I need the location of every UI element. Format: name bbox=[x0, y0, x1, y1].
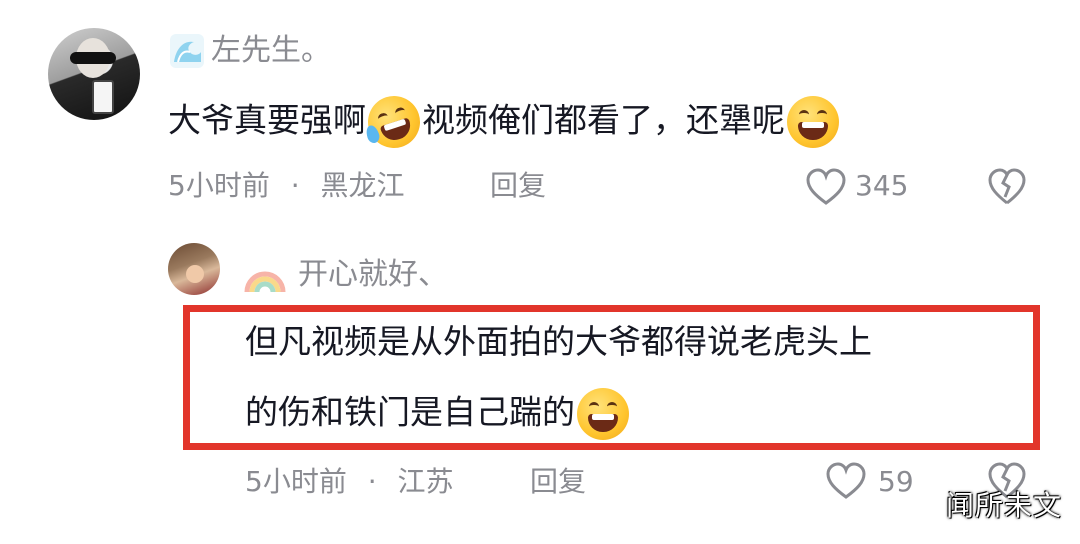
wave-badge-icon bbox=[170, 34, 204, 68]
avatar-phone bbox=[92, 80, 114, 114]
comment2-time: 5小时前 bbox=[245, 465, 347, 498]
like-count-comment2: 59 bbox=[878, 465, 914, 498]
like-count-comment1: 345 bbox=[855, 169, 909, 202]
username-comment2[interactable]: 开心就好、 bbox=[298, 258, 448, 292]
comment1-meta: 5小时前 · 黑龙江 bbox=[168, 170, 405, 202]
avatar-glasses bbox=[70, 52, 116, 64]
comment2-text-line1: 但凡视频是从外面拍的大爷都得说老虎头上 bbox=[245, 322, 872, 361]
comment2-location: 江苏 bbox=[397, 465, 454, 498]
comment1-location: 黑龙江 bbox=[320, 169, 405, 202]
comment1-text: 大爷真要强啊 视频俺们都看了，还犟呢 bbox=[168, 89, 841, 155]
heart-icon[interactable] bbox=[825, 461, 867, 501]
avatar-comment2[interactable] bbox=[168, 243, 220, 295]
watermark: 闻所未文 bbox=[945, 489, 1062, 522]
reply-button-comment2[interactable]: 回复 bbox=[530, 466, 586, 498]
comment2-meta: 5小时前 · 江苏 bbox=[245, 466, 454, 498]
laughing-crying-emoji-icon bbox=[361, 89, 427, 155]
username-comment1[interactable]: 左先生。 bbox=[211, 34, 331, 68]
comment2-text-line2-text: 的伤和铁门是自己踹的 bbox=[245, 392, 575, 432]
rainbow-badge-icon bbox=[244, 271, 286, 293]
comment1-time: 5小时前 bbox=[168, 169, 270, 202]
dislike-broken-heart-icon[interactable] bbox=[987, 167, 1027, 207]
reply-button-comment1[interactable]: 回复 bbox=[490, 170, 546, 202]
comment1-text-part2: 视频俺们都看了，还犟呢 bbox=[422, 100, 785, 140]
comment2-text-line2: 的伤和铁门是自己踹的 bbox=[245, 388, 631, 440]
comment2-dot: · bbox=[367, 465, 377, 498]
comment1-text-part1: 大爷真要强啊 bbox=[168, 100, 366, 140]
avatar-child bbox=[186, 265, 204, 283]
comment1-dot: · bbox=[290, 169, 300, 202]
grinning-squint-emoji-icon bbox=[787, 96, 839, 148]
grinning-squint-emoji-icon bbox=[577, 388, 629, 440]
heart-icon[interactable] bbox=[805, 167, 847, 207]
avatar-comment1[interactable] bbox=[48, 28, 140, 120]
